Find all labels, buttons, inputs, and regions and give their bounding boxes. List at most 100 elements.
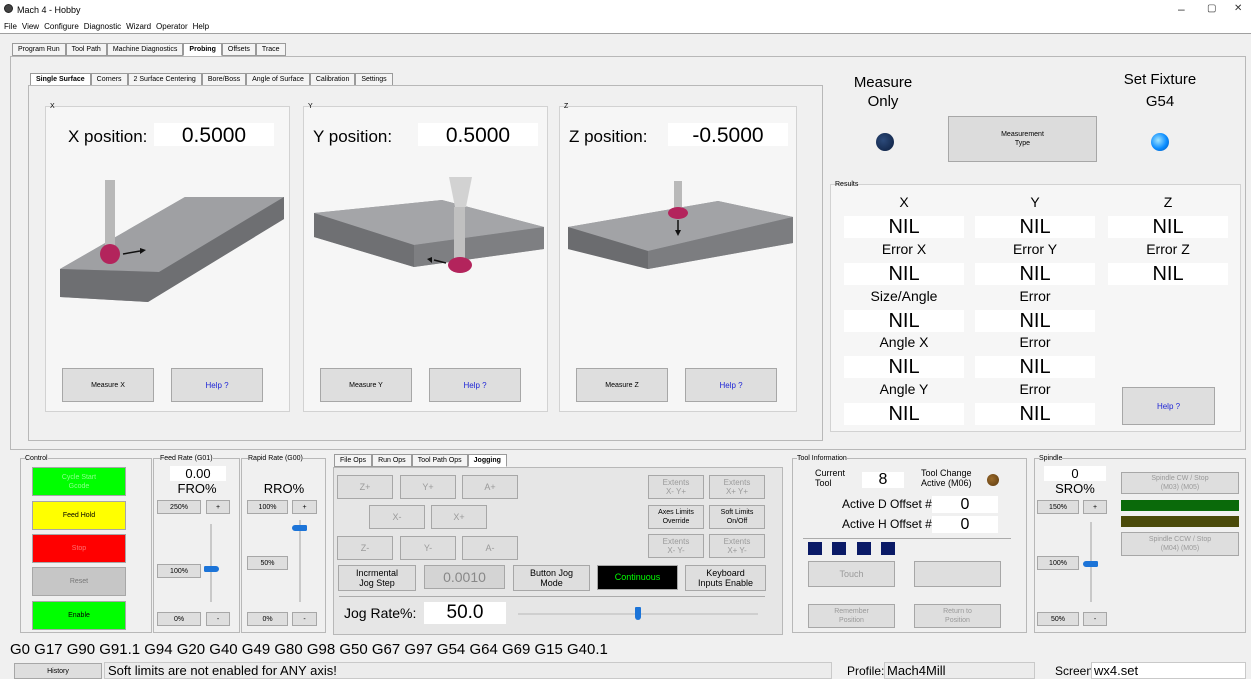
- menu-view[interactable]: View: [22, 22, 39, 31]
- button-jog-mode-button[interactable]: Button Jog Mode: [513, 565, 590, 591]
- rro-50-button[interactable]: 50%: [247, 556, 288, 570]
- jog-y-minus-button[interactable]: Y-: [400, 536, 456, 560]
- spindle-speed-value: 0: [1044, 466, 1106, 481]
- extents-xp-ym-button[interactable]: Extents X+ Y-: [709, 534, 765, 558]
- fro-label: FRO%: [177, 481, 217, 496]
- menu-configure[interactable]: Configure: [44, 22, 79, 31]
- jog-a-minus-button[interactable]: A-: [462, 536, 518, 560]
- y-probe-group: Y Y position: 0.5000 Measure Y Help ?: [303, 103, 548, 412]
- reset-button[interactable]: Reset: [32, 567, 126, 596]
- enable-button[interactable]: Enable: [32, 601, 126, 630]
- fro-0-button[interactable]: 0%: [157, 612, 201, 626]
- rro-0-button[interactable]: 0%: [247, 612, 288, 626]
- rro-plus-button[interactable]: +: [292, 500, 317, 514]
- result-y-value: NIL: [975, 216, 1095, 238]
- return-to-position-button[interactable]: Return to Position: [914, 604, 1001, 628]
- angle-y-label: Angle Y: [879, 381, 929, 397]
- fro-250-button[interactable]: 250%: [157, 500, 201, 514]
- measure-x-button[interactable]: Measure X: [62, 368, 154, 402]
- jog-increment-field[interactable]: 0.0010: [424, 565, 505, 589]
- touch-button[interactable]: Touch: [808, 561, 895, 587]
- measurement-type-button[interactable]: Measurement Type: [948, 116, 1097, 162]
- help-z-button[interactable]: Help ?: [685, 368, 777, 402]
- extents-xp-yp-button[interactable]: Extents X+ Y+: [709, 475, 765, 499]
- continuous-jog-button[interactable]: Continuous: [597, 565, 678, 590]
- remember-position-button[interactable]: Remember Position: [808, 604, 895, 628]
- sro-150-button[interactable]: 150%: [1037, 500, 1079, 514]
- x-position-value[interactable]: 0.5000: [154, 123, 274, 147]
- help-y-button[interactable]: Help ?: [429, 368, 521, 402]
- tab-tool-path-ops[interactable]: Tool Path Ops: [411, 454, 468, 467]
- tab-jogging[interactable]: Jogging: [467, 454, 507, 467]
- jog-z-minus-button[interactable]: Z-: [337, 536, 393, 560]
- minimize-button[interactable]: –: [1178, 2, 1185, 16]
- measure-z-button[interactable]: Measure Z: [576, 368, 668, 402]
- cycle-start-button[interactable]: Cycle Start Gcode: [32, 467, 126, 496]
- jog-x-plus-button[interactable]: X+: [431, 505, 487, 529]
- d-offset-value[interactable]: 0: [932, 496, 998, 513]
- restore-button[interactable]: ▢: [1207, 3, 1216, 14]
- status-message: Soft limits are not enabled for ANY axis…: [104, 662, 832, 679]
- jog-rate-value[interactable]: 50.0: [424, 602, 506, 624]
- h-offset-value[interactable]: 0: [932, 516, 998, 533]
- tab-trace[interactable]: Trace: [255, 43, 286, 56]
- feed-rate-label: Feed Rate (G01): [160, 455, 213, 462]
- jog-z-plus-button[interactable]: Z+: [337, 475, 393, 499]
- y-position-value[interactable]: 0.5000: [418, 123, 538, 147]
- soft-limits-toggle-button[interactable]: Soft Limits On/Off: [709, 505, 765, 529]
- jog-y-plus-button[interactable]: Y+: [400, 475, 456, 499]
- jog-rate-slider-thumb[interactable]: [635, 607, 641, 620]
- tool-blank-button[interactable]: [914, 561, 1001, 587]
- tab-run-ops[interactable]: Run Ops: [372, 454, 412, 467]
- history-button[interactable]: History: [14, 663, 102, 679]
- spindle-ccw-button[interactable]: Spindle CCW / Stop (M04) (M05): [1121, 532, 1239, 556]
- error-y-label: Error Y: [1012, 241, 1058, 257]
- sro-minus-button[interactable]: -: [1083, 612, 1107, 626]
- menu-help[interactable]: Help: [193, 22, 209, 31]
- sro-50-button[interactable]: 50%: [1037, 612, 1079, 626]
- active-gcode-line: G0 G17 G90 G91.1 G94 G20 G40 G49 G80 G98…: [10, 641, 608, 658]
- feed-hold-button[interactable]: Feed Hold: [32, 501, 126, 530]
- spindle-cw-button[interactable]: Spindle CW / Stop (M03) (M05): [1121, 472, 1239, 494]
- sro-100-button[interactable]: 100%: [1037, 556, 1079, 570]
- set-fixture-indicator: [1151, 133, 1169, 151]
- tab-machine-diagnostics[interactable]: Machine Diagnostics: [106, 43, 184, 56]
- close-button[interactable]: ✕: [1234, 3, 1242, 14]
- rro-minus-button[interactable]: -: [292, 612, 317, 626]
- tab-offsets[interactable]: Offsets: [221, 43, 256, 56]
- measure-y-button[interactable]: Measure Y: [320, 368, 412, 402]
- menu-file[interactable]: File: [4, 22, 17, 31]
- tab-tool-path[interactable]: Tool Path: [65, 43, 107, 56]
- incremental-jog-button[interactable]: Incrmental Jog Step: [338, 565, 416, 591]
- fro-100-button[interactable]: 100%: [157, 564, 201, 578]
- jog-a-plus-button[interactable]: A+: [462, 475, 518, 499]
- sro-plus-button[interactable]: +: [1083, 500, 1107, 514]
- keyboard-inputs-button[interactable]: Keyboard Inputs Enable: [685, 565, 766, 591]
- extents-xm-ym-button[interactable]: Extents X- Y-: [648, 534, 704, 558]
- tab-program-run[interactable]: Program Run: [12, 43, 66, 56]
- stop-button[interactable]: Stop: [32, 534, 126, 563]
- tab-probing[interactable]: Probing: [183, 43, 222, 56]
- jog-x-minus-button[interactable]: X-: [369, 505, 425, 529]
- fro-slider-thumb[interactable]: [204, 566, 219, 572]
- result-z-value: NIL: [1108, 216, 1228, 238]
- rro-slider-track: [299, 520, 301, 602]
- axes-limits-override-button[interactable]: Axes Limits Override: [648, 505, 704, 529]
- rro-100-button[interactable]: 100%: [247, 500, 288, 514]
- extents-xm-yp-button[interactable]: Extents X- Y+: [648, 475, 704, 499]
- x-position-label: X position:: [68, 127, 148, 146]
- jog-rate-label: Jog Rate%:: [344, 605, 417, 621]
- results-help-button[interactable]: Help ?: [1122, 387, 1215, 425]
- menu-divider: [0, 33, 1251, 34]
- z-position-value[interactable]: -0.5000: [668, 123, 788, 147]
- tool-change-label: Tool Change Active (M06): [921, 468, 972, 488]
- tab-file-ops[interactable]: File Ops: [334, 454, 373, 467]
- sro-slider-thumb[interactable]: [1083, 561, 1098, 567]
- fro-minus-button[interactable]: -: [206, 612, 230, 626]
- menu-diagnostic[interactable]: Diagnostic: [84, 22, 121, 31]
- menu-wizard[interactable]: Wizard: [126, 22, 151, 31]
- fro-plus-button[interactable]: +: [206, 500, 230, 514]
- help-x-button[interactable]: Help ?: [171, 368, 263, 402]
- rro-slider-thumb[interactable]: [292, 525, 307, 531]
- menu-operator[interactable]: Operator: [156, 22, 188, 31]
